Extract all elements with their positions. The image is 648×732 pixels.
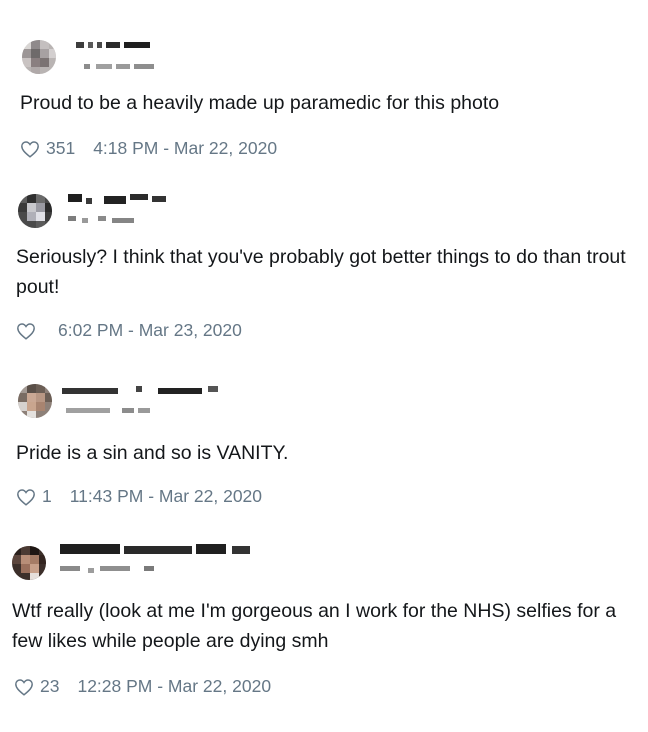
- tweet-card: Proud to be a heavily made up paramedic …: [0, 0, 648, 170]
- like-count: 23: [40, 676, 60, 696]
- avatar[interactable]: [18, 384, 52, 418]
- tweet-text: Seriously? I think that you've probably …: [16, 246, 626, 298]
- like-count: 1: [42, 486, 52, 506]
- tweet-meta: 1 11:43 PM - Mar 22, 2020: [16, 486, 262, 507]
- tweet-card: Wtf really (look at me I'm gorgeous an I…: [0, 530, 648, 732]
- avatar[interactable]: [12, 546, 46, 580]
- tweet-card: Pride is a sin and so is VANITY. 1 11:43…: [0, 370, 648, 530]
- timestamp[interactable]: 4:18 PM - Mar 22, 2020: [93, 138, 277, 159]
- heart-outline-icon[interactable]: [16, 322, 36, 340]
- tweet-meta: 351 4:18 PM - Mar 22, 2020: [20, 138, 277, 159]
- avatar[interactable]: [18, 194, 52, 228]
- heart-outline-icon[interactable]: [20, 140, 40, 158]
- tweet-meta: 23 12:28 PM - Mar 22, 2020: [14, 676, 271, 697]
- avatar[interactable]: [22, 40, 56, 74]
- tweet-meta: 6:02 PM - Mar 23, 2020: [16, 320, 242, 341]
- tweet-card: Seriously? I think that you've probably …: [0, 170, 648, 370]
- like-count: 351: [46, 138, 76, 158]
- tweet-text: Pride is a sin and so is VANITY.: [16, 442, 289, 464]
- heart-outline-icon[interactable]: [14, 678, 34, 696]
- timestamp[interactable]: 12:28 PM - Mar 22, 2020: [77, 676, 271, 697]
- tweet-text: Wtf really (look at me I'm gorgeous an I…: [12, 600, 617, 652]
- heart-outline-icon[interactable]: [16, 488, 36, 506]
- tweet-text: Proud to be a heavily made up paramedic …: [20, 92, 500, 114]
- timestamp[interactable]: 6:02 PM - Mar 23, 2020: [58, 320, 242, 341]
- timestamp[interactable]: 11:43 PM - Mar 22, 2020: [70, 486, 262, 507]
